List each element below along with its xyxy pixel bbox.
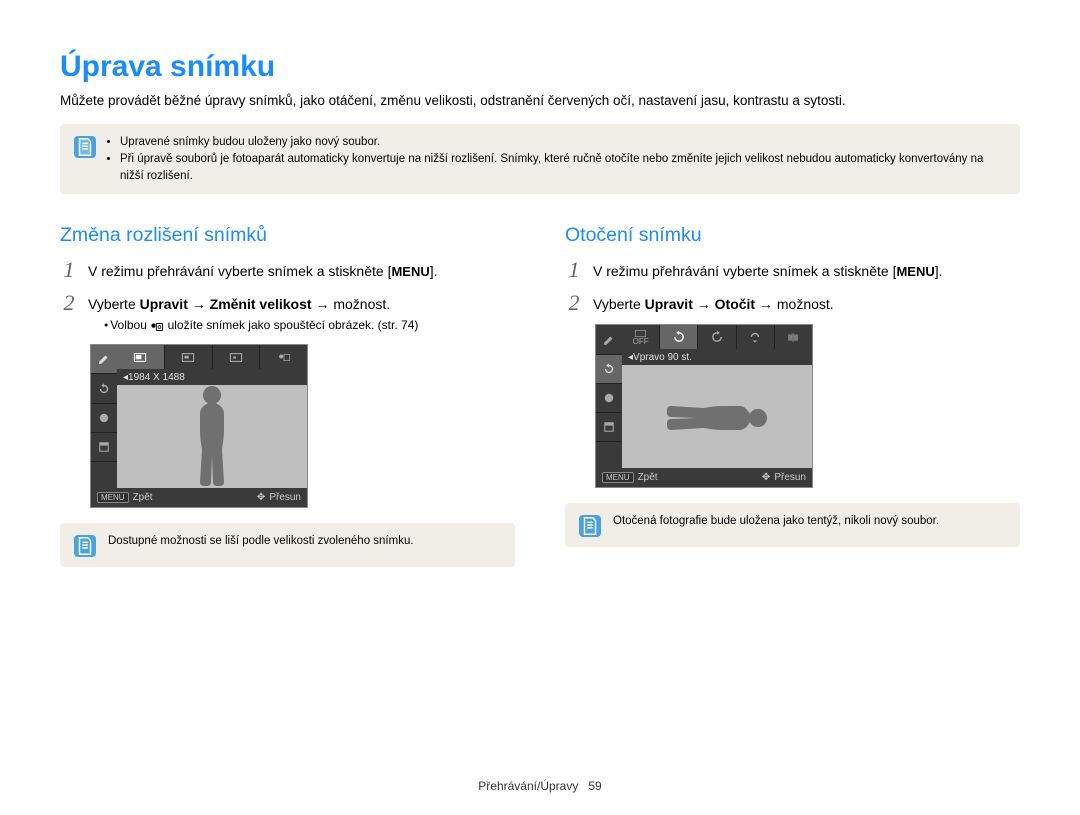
top-option (260, 345, 307, 369)
side-tab (596, 413, 622, 442)
step-number: 1 (60, 259, 78, 281)
top-option (737, 325, 775, 349)
top-option (698, 325, 736, 349)
move-label: Přesun (774, 472, 806, 483)
step-number: 2 (60, 292, 78, 314)
right-heading: Otočení snímku (565, 224, 1020, 247)
palette-icon (97, 411, 111, 425)
step2-text-pre: Vyberte (88, 296, 140, 312)
right-step-2: 2 Vyberte Upravit → Otočit → možnost. (565, 292, 1020, 315)
page-icon (74, 535, 96, 557)
footer-page-number: 59 (588, 779, 601, 793)
flip-icon (786, 332, 800, 343)
step1-text-post: ]. (430, 263, 438, 279)
size-icon (229, 352, 243, 363)
step1-text-pre: V režimu přehrávání vyberte snímek a sti… (88, 263, 391, 279)
step2-text-post: možnost. (333, 296, 390, 312)
top-option (660, 325, 698, 349)
top-note-content: Upravené snímky budou uloženy jako nový … (108, 134, 1006, 184)
menu-chip: MENU (97, 492, 129, 503)
top-option (213, 345, 261, 369)
top-note-box: Upravené snímky budou uloženy jako nový … (60, 124, 1020, 194)
step2-text-pre: Vyberte (593, 296, 645, 312)
step2-arrow2: → (755, 296, 777, 312)
side-tab (596, 384, 622, 413)
left-note-box: Dostupné možnosti se liší podle velikost… (60, 523, 515, 567)
page-title: Úprava snímku (60, 50, 1020, 84)
step-number: 2 (565, 292, 583, 314)
palette-icon (602, 391, 616, 405)
left-step-2: 2 Vyberte Upravit → Změnit velikost → mo… (60, 292, 515, 334)
top-option (165, 345, 213, 369)
note-icon (74, 535, 96, 557)
person-silhouette-rotated (647, 388, 787, 448)
page-icon (579, 515, 601, 537)
back-label: Zpět (638, 472, 658, 483)
step2-arrow1: → (693, 296, 715, 312)
nav-icon: ✥ (762, 472, 770, 483)
size-icon (133, 352, 147, 363)
menu-button-label: MENU (896, 263, 934, 281)
startup-image-icon (150, 320, 164, 330)
edit-icon (97, 352, 111, 366)
note-icon (579, 515, 601, 537)
side-tab (91, 433, 117, 462)
menu-chip: MENU (602, 472, 634, 483)
step1-text-pre: V režimu přehrávání vyberte snímek a sti… (593, 263, 896, 279)
note-icon (74, 136, 96, 158)
side-tab (596, 355, 622, 384)
step2-bold1: Upravit (140, 296, 188, 312)
top-option (775, 325, 812, 349)
step-number: 1 (565, 259, 583, 281)
top-option (117, 345, 165, 369)
step2-arrow2: → (312, 296, 334, 312)
rotate-icon (602, 362, 616, 376)
step2-bold1: Upravit (645, 296, 693, 312)
step1-text-post: ]. (935, 263, 943, 279)
top-note-bullet: Při úpravě souborů je fotoaparát automat… (120, 151, 1006, 184)
intro-text: Můžete provádět běžné úpravy snímků, jak… (60, 92, 1020, 110)
lcd-info-text: 1984 X 1488 (128, 372, 185, 383)
adjust-icon (97, 440, 111, 454)
right-note-text: Otočená fotografie bude uložena jako ten… (613, 513, 939, 530)
side-tab (91, 374, 117, 403)
step2-bold2: Otočit (715, 296, 755, 312)
rotate-icon (97, 382, 111, 396)
person-silhouette (187, 385, 237, 488)
rotate-left-icon (710, 330, 724, 344)
nav-icon: ✥ (257, 492, 265, 503)
top-note-bullet: Upravené snímky budou uloženy jako nový … (120, 134, 1006, 151)
side-tab (91, 345, 117, 374)
camera-lcd-rotate: OFF ◂ Vpravo 90 st. MEN (595, 324, 813, 488)
rotate-180-icon (748, 330, 762, 344)
step2-text-post: možnost. (777, 296, 834, 312)
startup-icon (277, 352, 291, 363)
adjust-icon (602, 420, 616, 434)
back-label: Zpět (133, 492, 153, 503)
right-step-1: 1 V režimu přehrávání vyberte snímek a s… (565, 259, 1020, 282)
edit-icon (602, 333, 616, 347)
camera-lcd-resize: ◂ 1984 X 1488 MENU Zpět ✥ (90, 344, 308, 508)
step2-bold2: Změnit velikost (210, 296, 312, 312)
left-heading: Změna rozlišení snímků (60, 224, 515, 247)
side-tab (91, 404, 117, 433)
left-step-1: 1 V režimu přehrávání vyberte snímek a s… (60, 259, 515, 282)
right-note-box: Otočená fotografie bude uložena jako ten… (565, 503, 1020, 547)
right-column: Otočení snímku 1 V režimu přehrávání vyb… (565, 224, 1020, 547)
lcd-info-text: Vpravo 90 st. (633, 352, 692, 363)
top-option: OFF (622, 325, 660, 349)
step2-subbullet: Volbou uložíte snímek jako spouštěcí obr… (104, 317, 515, 334)
move-label: Přesun (269, 492, 301, 503)
size-icon (181, 352, 195, 363)
left-column: Změna rozlišení snímků 1 V režimu přehrá… (60, 224, 515, 567)
side-tab (596, 325, 622, 354)
page-footer: Přehrávání/Úpravy 59 (0, 779, 1080, 793)
rotate-90-icon (672, 330, 686, 344)
page-icon (74, 136, 96, 158)
footer-section: Přehrávání/Úpravy (478, 779, 578, 793)
menu-button-label: MENU (391, 263, 429, 281)
step2-arrow1: → (188, 296, 210, 312)
left-note-text: Dostupné možnosti se liší podle velikost… (108, 533, 414, 550)
